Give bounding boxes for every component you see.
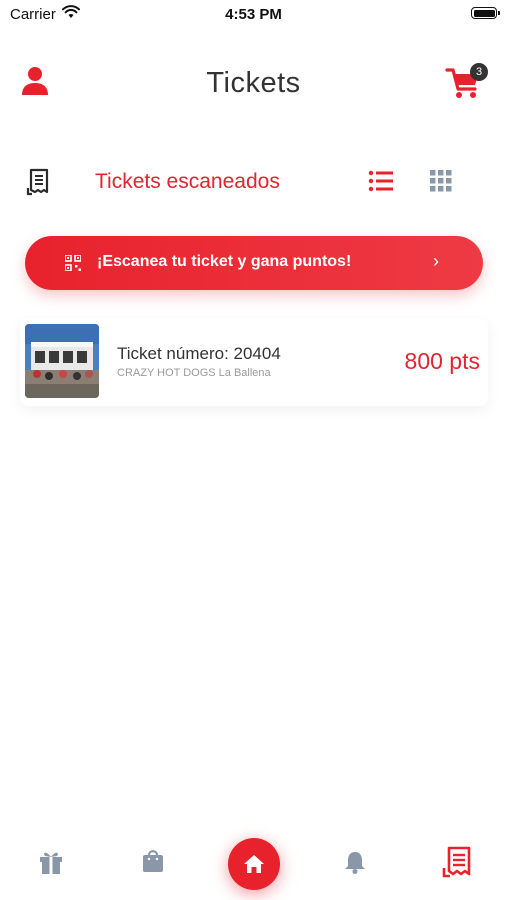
home-icon: [244, 855, 264, 873]
gift-icon: [40, 852, 62, 874]
cart-button[interactable]: 3: [445, 61, 489, 101]
header: Tickets 3: [0, 55, 507, 115]
scan-ticket-button[interactable]: ¡Escanea tu ticket y gana puntos! ›: [25, 236, 483, 290]
status-bar: Carrier 4:53 PM: [0, 0, 507, 30]
shopping-bag-icon: [143, 850, 163, 872]
nav-shop-button[interactable]: [142, 848, 164, 877]
nav-gifts-button[interactable]: [38, 848, 64, 879]
ticket-points: 800 pts: [404, 348, 480, 374]
grid-icon: [430, 170, 452, 192]
status-time: 4:53 PM: [225, 6, 282, 23]
ticket-card[interactable]: Ticket número: 20404 CRAZY HOT DOGS La B…: [20, 318, 488, 406]
nav-tickets-button[interactable]: [442, 846, 472, 883]
scan-banner-label: ¡Escanea tu ticket y gana puntos!: [97, 253, 352, 270]
qr-icon: [64, 254, 82, 276]
list-icon: [368, 170, 393, 192]
bell-icon: [345, 852, 365, 874]
ticket-thumbnail: [25, 324, 99, 398]
battery-icon: [471, 7, 500, 19]
page-title: Tickets: [206, 67, 301, 99]
receipt-icon: [442, 846, 471, 878]
ticket-number: Ticket número: 20404: [117, 344, 281, 363]
chevron-right-icon: ›: [433, 251, 439, 271]
list-view-button[interactable]: [368, 170, 394, 197]
section-row: Tickets escaneados: [0, 162, 507, 202]
home-button[interactable]: [228, 838, 280, 890]
ticket-shop-name: CRAZY HOT DOGS La Ballena: [117, 367, 271, 379]
cart-count-badge: 3: [470, 63, 488, 81]
grid-view-button[interactable]: [430, 170, 452, 197]
receipt-icon: [26, 168, 52, 201]
section-title: Tickets escaneados: [95, 170, 280, 193]
nav-notifications-button[interactable]: [344, 850, 366, 879]
